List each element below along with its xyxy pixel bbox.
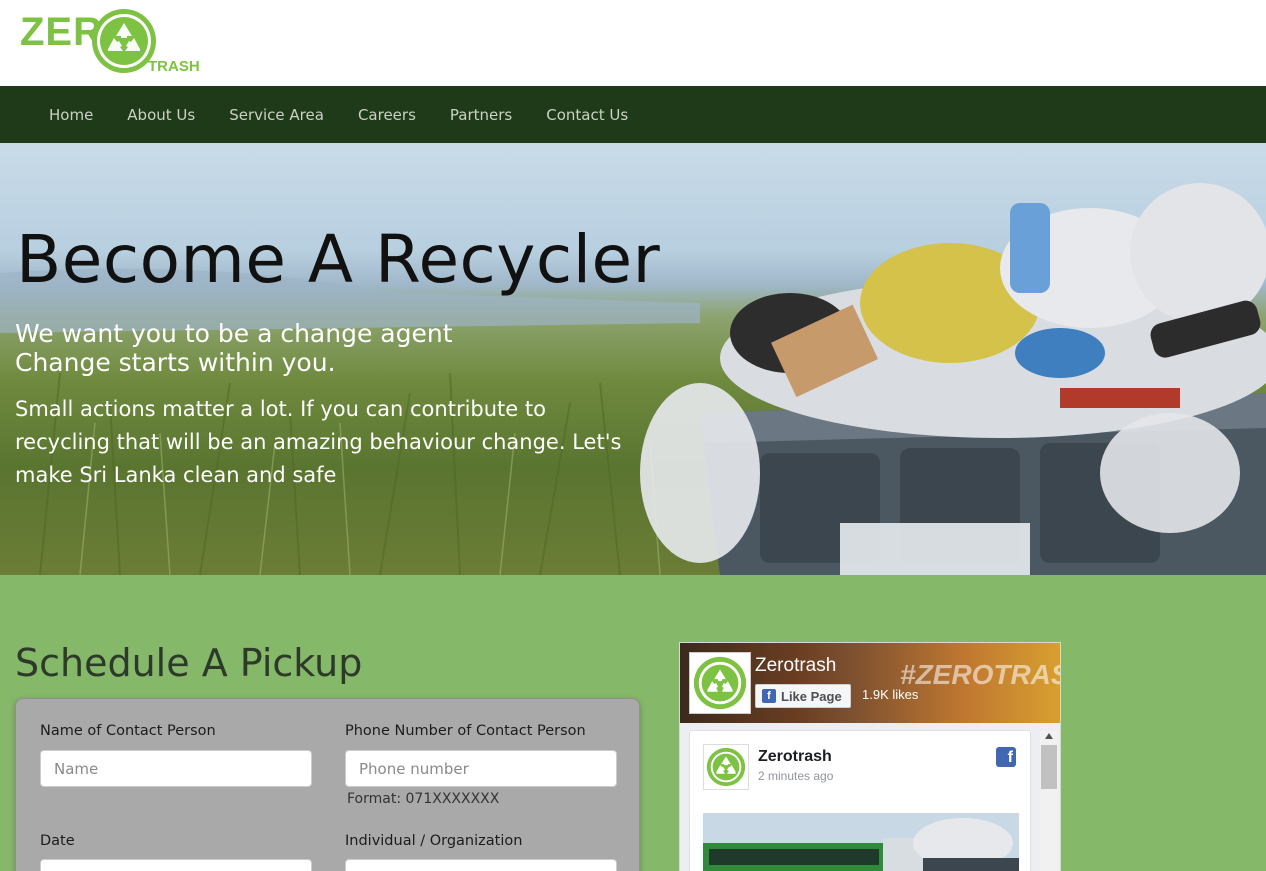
nav-about-us[interactable]: About Us [110, 106, 212, 124]
type-label: Individual / Organization [345, 833, 523, 849]
name-label: Name of Contact Person [40, 723, 216, 739]
post-timestamp[interactable]: 2 minutes ago [758, 769, 833, 783]
phone-label: Phone Number of Contact Person [345, 723, 586, 739]
bus-photo [703, 813, 1019, 871]
hero-subtitle: We want you to be a change agent [15, 319, 453, 348]
nav-careers[interactable]: Careers [341, 106, 433, 124]
name-input[interactable] [40, 750, 312, 787]
hero-title: Become A Recycler [16, 221, 661, 298]
recycle-avatar-icon [693, 656, 747, 710]
facebook-page-name[interactable]: Zerotrash [755, 655, 836, 677]
type-select[interactable] [345, 859, 617, 871]
recycle-post-icon [706, 747, 746, 787]
like-page-button[interactable]: f Like Page [755, 684, 851, 708]
nav-service-area[interactable]: Service Area [212, 106, 341, 124]
main-nav: Home About Us Service Area Careers Partn… [0, 86, 1266, 143]
scrollbar-thumb[interactable] [1041, 745, 1057, 789]
hero-banner: Become A Recycler We want you to be a ch… [0, 143, 1266, 575]
zerotrash-logo[interactable]: ZER TRASH [18, 4, 208, 80]
nav-partners[interactable]: Partners [433, 106, 529, 124]
hero-paragraph: Small actions matter a lot. If you can c… [15, 397, 622, 487]
schedule-section: Schedule A Pickup Name of Contact Person… [0, 575, 1266, 871]
post-avatar[interactable] [703, 744, 749, 790]
phone-format-hint: Format: 071XXXXXXX [347, 791, 500, 807]
likes-count: 1.9K likes [862, 687, 919, 702]
facebook-icon: f [762, 689, 776, 703]
post-image[interactable] [703, 813, 1019, 871]
post-author[interactable]: Zerotrash [758, 748, 832, 766]
facebook-page-widget: #ZEROTRASH Zerotrash f Like Page 1.9K li… [679, 642, 1061, 871]
scroll-up-arrow-icon[interactable] [1045, 733, 1053, 739]
date-input[interactable] [40, 859, 312, 871]
cover-hashtag: #ZEROTRASH [900, 659, 1060, 690]
like-page-label: Like Page [781, 688, 842, 704]
pickup-form: Name of Contact Person Phone Number of C… [15, 698, 640, 871]
facebook-feed: Zerotrash 2 minutes ago f [680, 723, 1060, 871]
phone-input[interactable] [345, 750, 617, 787]
nav-contact-us[interactable]: Contact Us [529, 106, 645, 124]
site-header: ZER TRASH [0, 0, 1266, 86]
feed-scrollbar[interactable] [1040, 731, 1058, 871]
nav-home[interactable]: Home [32, 106, 110, 124]
facebook-post: Zerotrash 2 minutes ago f [689, 730, 1031, 871]
schedule-title: Schedule A Pickup [15, 641, 363, 685]
hero-subtitle-2: Change starts within you. [15, 348, 336, 377]
facebook-logo-icon[interactable]: f [996, 747, 1016, 767]
date-label: Date [40, 833, 75, 849]
facebook-page-avatar[interactable] [689, 652, 751, 714]
logo-subword: TRASH [148, 58, 200, 75]
